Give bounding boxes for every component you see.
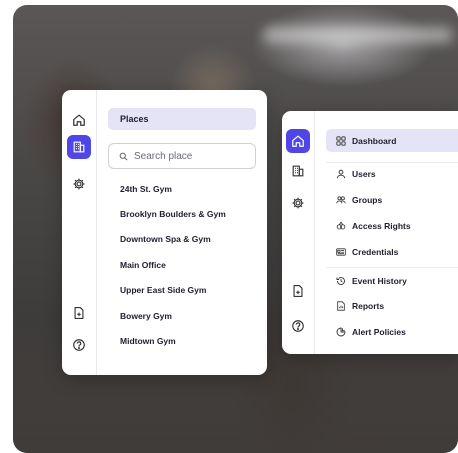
rail-document-button[interactable] xyxy=(67,301,91,325)
gear-icon xyxy=(292,197,304,209)
building-icon xyxy=(73,141,85,153)
place-item[interactable]: Upper East Side Gym xyxy=(120,285,206,295)
navigation-panel: Dashboard Users Groups Access Rights Cre… xyxy=(282,111,458,354)
report-icon xyxy=(336,301,346,311)
home-icon xyxy=(292,135,304,147)
places-list-area: Places 24th St. Gym Brooklyn Boulders & … xyxy=(96,90,267,375)
menu-item-users[interactable]: Users xyxy=(336,169,376,179)
side-rail xyxy=(62,90,97,375)
search-box[interactable] xyxy=(108,143,256,169)
document-icon xyxy=(293,285,303,297)
menu-item-label: Groups xyxy=(352,195,383,205)
help-icon xyxy=(292,320,304,332)
divider xyxy=(326,267,458,268)
menu-item-dashboard[interactable]: Dashboard xyxy=(326,129,458,152)
side-rail xyxy=(282,111,315,354)
menu-item-event-history[interactable]: Event History xyxy=(336,276,407,286)
alert-policy-icon xyxy=(336,327,346,337)
rail-building-button[interactable] xyxy=(286,159,310,183)
rail-settings-button[interactable] xyxy=(286,191,310,215)
menu-item-label: Access Rights xyxy=(352,221,411,231)
menu-item-label: Reports xyxy=(352,301,385,311)
place-item[interactable]: 24th St. Gym xyxy=(120,184,172,194)
rail-home-button[interactable] xyxy=(286,129,310,153)
places-panel: Places 24th St. Gym Brooklyn Boulders & … xyxy=(62,90,267,375)
menu-item-access-rights[interactable]: Access Rights xyxy=(336,221,411,231)
menu-item-reports[interactable]: Reports xyxy=(336,301,384,311)
group-icon xyxy=(336,195,346,205)
menu-item-groups[interactable]: Groups xyxy=(336,195,382,205)
search-input[interactable] xyxy=(134,150,244,162)
place-item[interactable]: Downtown Spa & Gym xyxy=(120,234,211,244)
grid-icon xyxy=(336,135,346,146)
place-item[interactable]: Bowery Gym xyxy=(120,311,172,321)
rail-document-button[interactable] xyxy=(286,279,310,303)
credential-card-icon xyxy=(336,247,346,257)
rail-home-button[interactable] xyxy=(67,108,91,132)
menu-item-label: Dashboard xyxy=(352,135,397,146)
building-icon xyxy=(292,165,304,177)
document-icon xyxy=(74,307,84,319)
menu-item-label: Alert Policies xyxy=(352,327,406,337)
menu-area: Dashboard Users Groups Access Rights Cre… xyxy=(314,111,458,354)
divider xyxy=(326,162,458,163)
menu-item-label: Users xyxy=(352,169,376,179)
access-icon xyxy=(336,221,346,231)
user-icon xyxy=(336,169,346,179)
rail-help-button[interactable] xyxy=(286,314,310,338)
place-item[interactable]: Main Office xyxy=(120,260,166,270)
gear-icon xyxy=(73,178,85,190)
history-icon xyxy=(336,276,346,286)
place-item[interactable]: Brooklyn Boulders & Gym xyxy=(120,209,226,219)
menu-item-label: Credentials xyxy=(352,247,399,257)
search-icon xyxy=(119,152,128,160)
help-icon xyxy=(73,339,85,351)
home-icon xyxy=(73,114,85,126)
rail-building-button[interactable] xyxy=(67,135,91,159)
menu-item-credentials[interactable]: Credentials xyxy=(336,247,398,257)
places-header: Places xyxy=(108,108,256,130)
menu-item-alert-policies[interactable]: Alert Policies xyxy=(336,327,406,337)
rail-settings-button[interactable] xyxy=(67,172,91,196)
background-light xyxy=(263,27,453,43)
place-item[interactable]: Midtown Gym xyxy=(120,336,176,346)
rail-help-button[interactable] xyxy=(67,333,91,357)
menu-item-label: Event History xyxy=(352,276,407,286)
